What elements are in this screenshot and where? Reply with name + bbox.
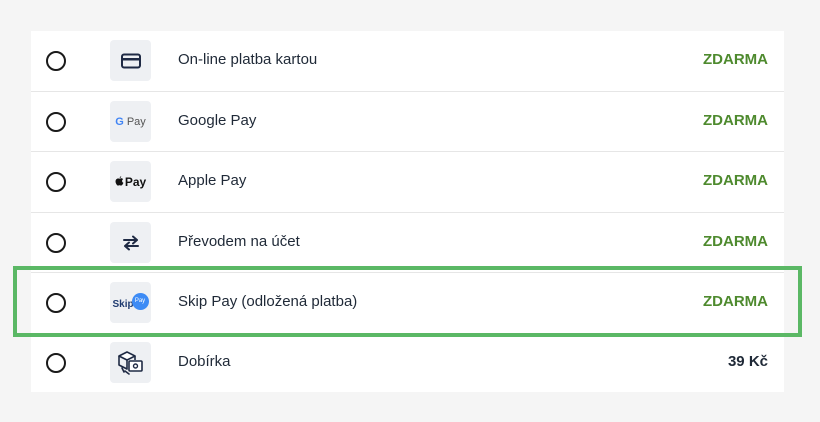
payment-option-price: ZDARMA xyxy=(703,112,768,129)
payment-option-cash-on-delivery[interactable]: Dobírka 39 Kč xyxy=(31,333,784,393)
radio-button[interactable] xyxy=(46,172,66,192)
skip-pay-icon: Skip Pay xyxy=(110,282,151,323)
payment-option-card[interactable]: On-line platba kartou ZDARMA xyxy=(31,31,784,91)
payment-option-label: Apple Pay xyxy=(178,172,247,189)
payment-option-price: ZDARMA xyxy=(703,233,768,250)
payment-option-label: Skip Pay (odložená platba) xyxy=(178,293,358,310)
radio-button[interactable] xyxy=(46,112,66,132)
google-pay-icon: G Pay xyxy=(110,101,151,142)
payment-option-price: 39 Kč xyxy=(727,353,768,370)
payment-option-label: Převodem na účet xyxy=(178,233,300,250)
radio-button[interactable] xyxy=(46,293,66,313)
cash-on-delivery-box-icon xyxy=(110,342,151,383)
transfer-arrows-icon xyxy=(110,222,151,263)
radio-button[interactable] xyxy=(46,353,66,373)
payment-option-price: ZDARMA xyxy=(703,51,768,68)
credit-card-icon xyxy=(110,40,151,81)
radio-button[interactable] xyxy=(46,233,66,253)
payment-method-list: On-line platba kartou ZDARMA G Pay Googl… xyxy=(31,31,784,392)
payment-option-label: Google Pay xyxy=(178,112,257,129)
payment-option-label: Dobírka xyxy=(178,353,231,370)
payment-option-bank-transfer[interactable]: Převodem na účet ZDARMA xyxy=(31,213,784,273)
payment-option-price: ZDARMA xyxy=(703,172,768,189)
payment-option-label: On-line platba kartou xyxy=(178,51,318,68)
apple-pay-icon: Pay xyxy=(110,161,151,202)
payment-option-google-pay[interactable]: G Pay Google Pay ZDARMA xyxy=(31,92,784,152)
payment-option-skip-pay[interactable]: Skip Pay Skip Pay (odložená platba) ZDAR… xyxy=(31,273,784,333)
payment-option-apple-pay[interactable]: Pay Apple Pay ZDARMA xyxy=(31,152,784,212)
payment-option-price: ZDARMA xyxy=(703,293,768,310)
radio-button[interactable] xyxy=(46,51,66,71)
